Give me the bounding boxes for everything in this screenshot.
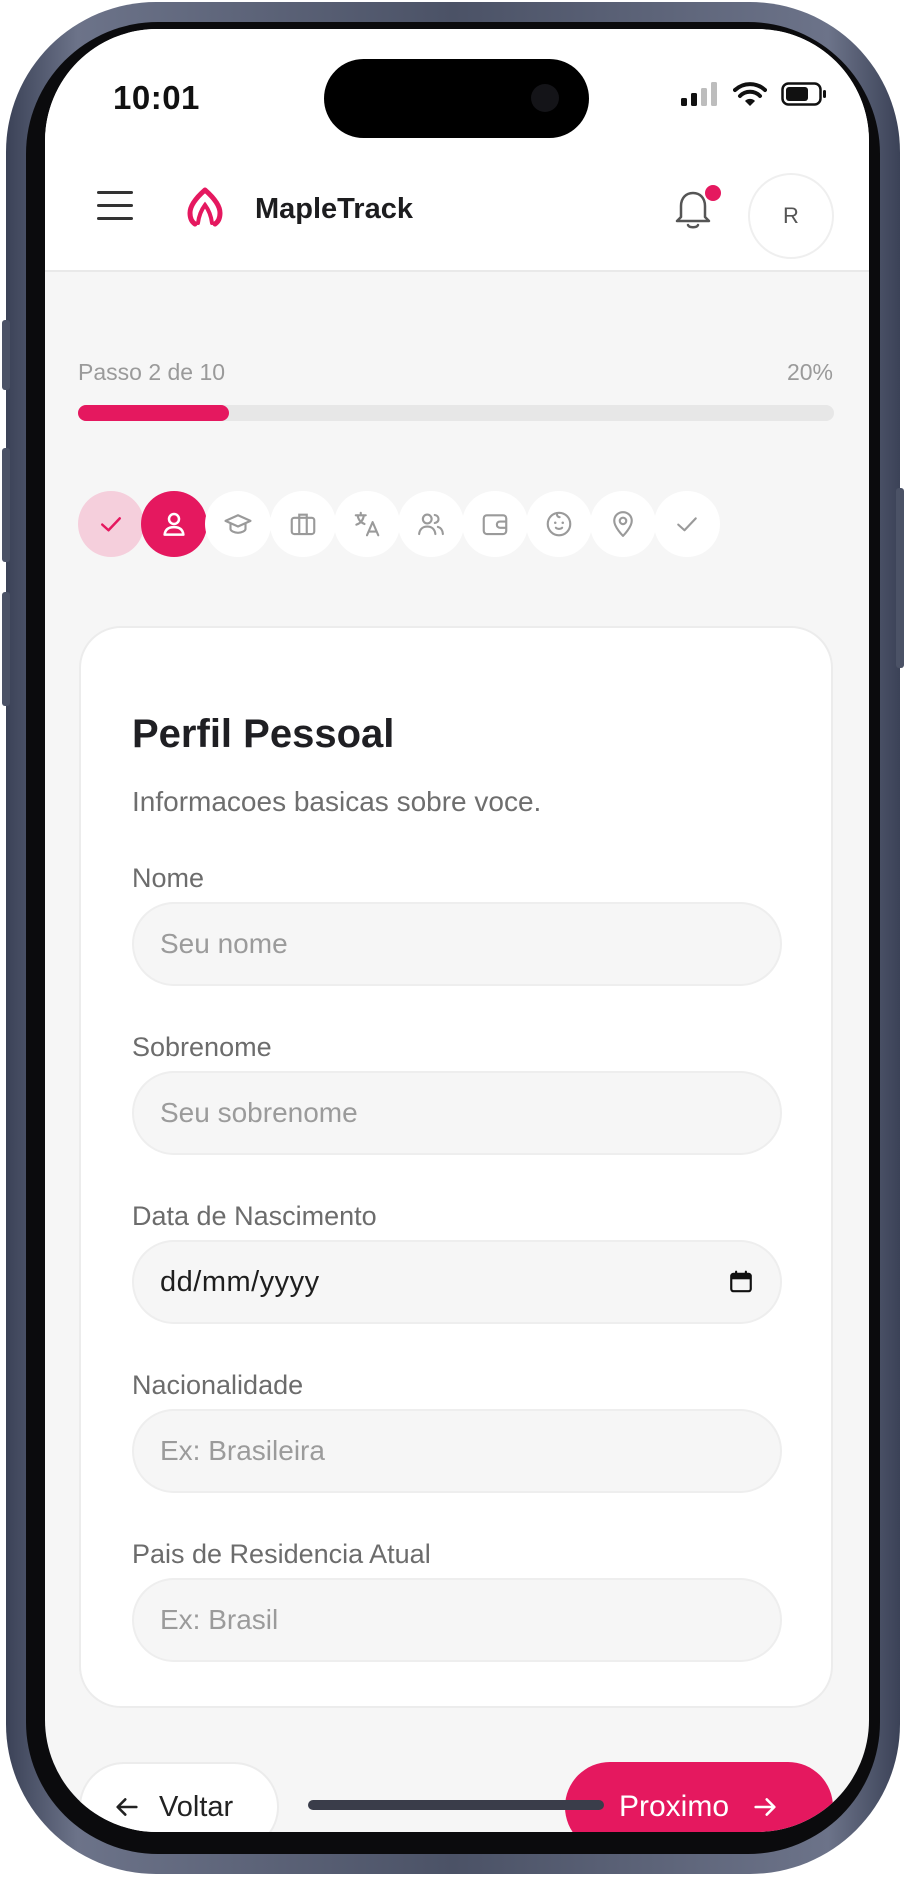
- progress-fill: [78, 405, 230, 421]
- nationality-input[interactable]: [132, 1409, 782, 1493]
- cellular-signal-icon: [681, 82, 717, 106]
- arrow-right-icon: [754, 1798, 776, 1816]
- home-indicator[interactable]: [308, 1800, 604, 1810]
- camera-lens: [531, 84, 559, 112]
- briefcase-icon: [290, 513, 316, 536]
- check-icon: [677, 517, 697, 532]
- progress-bar: [78, 405, 834, 421]
- battery-icon: [781, 82, 826, 106]
- screen: 10:01 MapleTrack R Passo 2 de 10 20% Per…: [45, 29, 869, 1832]
- last-name-label: Sobrenome: [132, 1032, 272, 1062]
- last-name-input[interactable]: [132, 1071, 782, 1155]
- birth-date-placeholder: dd/mm/yyyy: [160, 1265, 320, 1298]
- step-2-button[interactable]: [141, 491, 207, 557]
- check-icon: [101, 517, 121, 532]
- first-name-label: Nome: [132, 863, 205, 893]
- map-pin-icon: [613, 511, 633, 537]
- mute-switch: [2, 320, 10, 390]
- maple-logo-icon: [187, 187, 223, 227]
- residence-country-label: Pais de Residencia Atual: [132, 1539, 431, 1569]
- app-name: MapleTrack: [255, 193, 413, 225]
- step-counter: Passo 2 de 10: [78, 359, 226, 385]
- step-1-button[interactable]: [78, 491, 144, 557]
- nationality-label: Nacionalidade: [132, 1370, 304, 1400]
- step-4-button[interactable]: [270, 491, 336, 557]
- power-button: [896, 488, 904, 668]
- dynamic-island: [324, 59, 589, 138]
- next-button[interactable]: Proximo: [565, 1762, 833, 1832]
- graduation-cap-icon: [224, 514, 252, 534]
- menu-line: [97, 217, 133, 220]
- arrow-left-icon: [116, 1798, 138, 1816]
- next-button-label: Proximo: [618, 1790, 730, 1823]
- user-icon: [163, 512, 185, 536]
- progress-percent: 20%: [786, 359, 833, 385]
- notification-badge: [705, 185, 721, 201]
- form-description: Informacoes basicas sobre voce.: [132, 786, 542, 817]
- translate-icon: [354, 511, 380, 537]
- volume-down-button: [2, 592, 10, 706]
- status-icons: [681, 81, 827, 107]
- step-6-button[interactable]: [398, 491, 464, 557]
- step-5-button[interactable]: [334, 491, 400, 557]
- status-time: 10:01: [113, 79, 200, 116]
- avatar[interactable]: R: [748, 173, 834, 259]
- step-8-button[interactable]: [526, 491, 592, 557]
- birth-date-input[interactable]: dd/mm/yyyy: [132, 1240, 782, 1324]
- wifi-icon: [733, 82, 767, 106]
- birth-date-label: Data de Nascimento: [132, 1201, 377, 1231]
- step-10-button[interactable]: [654, 491, 720, 557]
- app-header: MapleTrack R: [45, 149, 869, 272]
- residence-country-input[interactable]: [132, 1578, 782, 1662]
- step-9-button[interactable]: [590, 491, 656, 557]
- first-name-input[interactable]: [132, 902, 782, 986]
- back-button[interactable]: Voltar: [79, 1762, 279, 1832]
- users-icon: [418, 513, 444, 536]
- wallet-icon: [482, 514, 508, 536]
- menu-icon[interactable]: [97, 191, 133, 221]
- calendar-icon[interactable]: [728, 1269, 754, 1295]
- step-3-button[interactable]: [205, 491, 271, 557]
- step-indicator: [78, 491, 834, 557]
- back-button-label: Voltar: [159, 1790, 234, 1823]
- volume-up-button: [2, 448, 10, 562]
- menu-line: [97, 204, 133, 207]
- form-title: Perfil Pessoal: [132, 712, 395, 756]
- step-7-button[interactable]: [462, 491, 528, 557]
- personal-profile-card: Perfil Pessoal Informacoes basicas sobre…: [79, 626, 833, 1708]
- baby-face-icon: [546, 511, 572, 537]
- menu-line: [97, 191, 133, 194]
